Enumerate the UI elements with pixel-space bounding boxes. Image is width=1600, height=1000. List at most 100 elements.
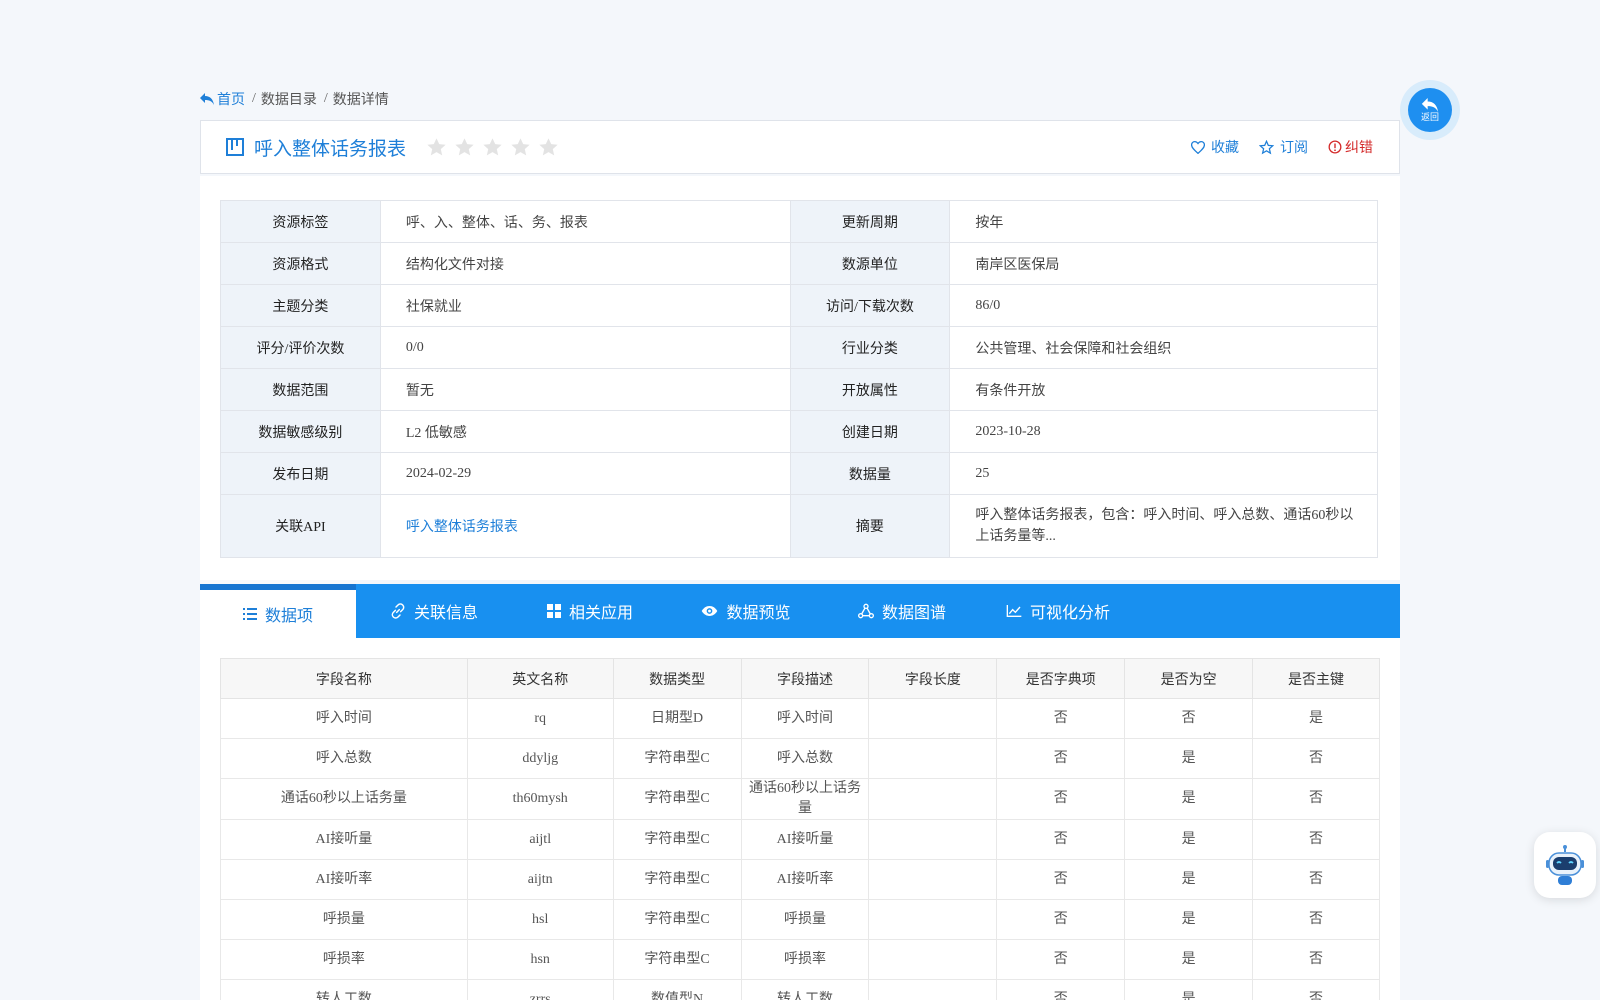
list-icon [242,608,257,620]
tab-data-graph[interactable]: 数据图谱 [824,584,980,638]
tab-data-preview[interactable]: 数据预览 [668,584,824,638]
table-cell: 字符串型C [612,819,742,860]
column-header: 数据类型 [612,658,742,699]
table-cell: 否 [996,979,1126,1000]
metadata-value: 呼、入、整体、话、务、报表 [379,200,791,243]
robot-icon [1546,845,1584,885]
subscribe-label: 订阅 [1280,141,1308,156]
tab-data-items[interactable]: 数据项 [200,584,356,638]
table-cell [868,859,998,900]
table-row: AI接听量 aijtl 字符串型C AI接听量 否 是 否 [220,819,1380,860]
table-cell [868,979,998,1000]
metadata-row: 评分/评价次数 0/0 行业分类 公共管理、社会保障和社会组织 [220,326,1378,369]
metadata-value: 南岸区医保局 [949,242,1378,285]
metadata-label: 数据范围 [220,368,381,411]
back-button[interactable]: 返回 [1400,80,1460,140]
table-cell [868,819,998,860]
tab-related-apps[interactable]: 相关应用 [512,584,668,638]
api-link[interactable]: 呼入整体话务报表 [379,494,791,558]
metadata-label: 资源标签 [220,200,381,243]
link-icon [391,603,405,619]
table-cell: 是 [1124,939,1254,980]
tab-label: 关联信息 [413,605,478,622]
table-row: 转人工数 zrrs 数值型N 转人工数 否 是 否 [220,979,1380,1000]
table-cell: 是 [1124,979,1254,1000]
table-cell: 呼损率 [740,939,870,980]
metadata-row: 资源标签 呼、入、整体、话、务、报表 更新周期 按年 [220,200,1378,243]
table-cell: 否 [1252,899,1380,940]
table-cell: rq [466,698,614,739]
table-cell: 字符串型C [612,939,742,980]
assistant-button[interactable] [1534,832,1596,898]
table-cell: 转人工数 [220,979,468,1000]
tab-related-info[interactable]: 关联信息 [356,584,512,638]
favorite-button[interactable]: 收藏 [1191,137,1239,157]
tab-label: 数据图谱 [881,605,946,622]
table-cell: 是 [1124,738,1254,779]
metadata-value: 有条件开放 [949,368,1378,411]
metadata-row: 数据敏感级别 L2 低敏感 创建日期 2023-10-28 [220,410,1378,453]
reply-arrow-icon [1421,98,1439,112]
tab-label: 可视化分析 [1029,605,1110,622]
table-cell: AI接听率 [740,859,870,900]
fields-panel: 字段名称 英文名称 数据类型 字段描述 字段长度 是否字典项 是否为空 是否主键… [200,638,1400,1000]
metadata-label: 发布日期 [220,452,381,495]
fields-table: 字段名称 英文名称 数据类型 字段描述 字段长度 是否字典项 是否为空 是否主键… [220,658,1380,1000]
star-icon[interactable] [426,137,447,158]
table-cell: 呼入总数 [220,738,468,779]
table-cell: 是 [1124,859,1254,900]
metadata-label: 创建日期 [789,410,951,453]
metadata-label: 主题分类 [220,284,381,327]
table-cell: 否 [996,698,1126,739]
dataset-icon [226,138,244,156]
metadata-value: 暂无 [379,368,791,411]
table-cell: 是 [1124,819,1254,860]
table-cell: 通话60秒以上话务量 [220,778,468,820]
star-icon[interactable] [510,137,531,158]
eye-icon [702,606,718,616]
metadata-row: 数据范围 暂无 开放属性 有条件开放 [220,368,1378,411]
title-card: 呼入整体话务报表 收藏 订阅 纠错 [200,120,1400,174]
metadata-table: 资源标签 呼、入、整体、话、务、报表 更新周期 按年 资源格式 结构化文件对接 … [220,200,1378,558]
table-cell: 字符串型C [612,859,742,900]
column-header: 字段长度 [868,658,998,699]
table-cell: 否 [1252,859,1380,900]
table-row: 呼入总数 ddyljg 字符串型C 呼入总数 否 是 否 [220,738,1380,779]
breadcrumb-home[interactable]: 首页 [200,89,245,109]
column-header: 字段名称 [220,658,468,699]
title-actions: 收藏 订阅 纠错 [1191,121,1373,173]
column-header: 是否主键 [1252,658,1380,699]
table-cell: 否 [1124,698,1254,739]
page-title: 呼入整体话务报表 [254,138,407,160]
star-icon[interactable] [482,137,503,158]
metadata-label: 更新周期 [789,200,951,243]
report-error-label: 纠错 [1345,141,1373,156]
table-cell: hsl [466,899,614,940]
breadcrumb-home-label: 首页 [217,93,245,108]
subscribe-button[interactable]: 订阅 [1259,137,1308,157]
table-cell: 否 [996,859,1126,900]
table-cell: 通话60秒以上话务量 [740,778,870,820]
table-cell: AI接听量 [740,819,870,860]
column-header: 是否为空 [1124,658,1254,699]
metadata-value: 公共管理、社会保障和社会组织 [949,326,1378,369]
breadcrumb-catalog[interactable]: 数据目录 [261,89,317,109]
star-icon[interactable] [538,137,559,158]
table-cell: 否 [996,819,1126,860]
metadata-label: 资源格式 [220,242,381,285]
table-cell [868,778,998,820]
rating-stars[interactable] [426,137,559,158]
report-error-button[interactable]: 纠错 [1328,137,1373,157]
table-cell: 是 [1124,778,1254,820]
metadata-label: 数据敏感级别 [220,410,381,453]
star-icon[interactable] [454,137,475,158]
metadata-value: 按年 [949,200,1378,243]
table-cell: aijtn [466,859,614,900]
table-cell [868,939,998,980]
tab-visual-analysis[interactable]: 可视化分析 [980,584,1136,638]
metadata-value: 社保就业 [379,284,791,327]
table-cell: 否 [1252,738,1380,779]
page: 首页 / 数据目录 / 数据详情 呼入整体话务报表 收藏 订阅 纠错 资源标签 … [0,0,1600,1000]
metadata-label: 评分/评价次数 [220,326,381,369]
table-cell: 呼损率 [220,939,468,980]
